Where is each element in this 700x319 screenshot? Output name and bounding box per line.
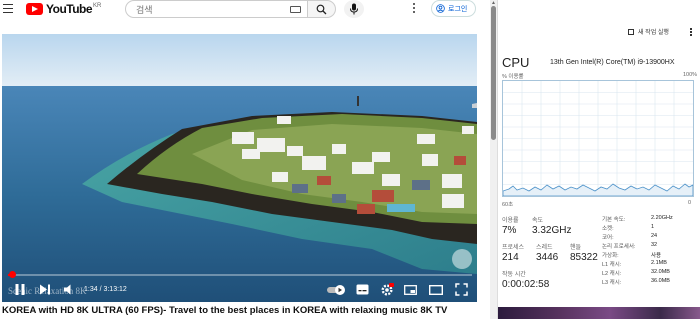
l3-cache-value: 36.0MB	[651, 278, 670, 284]
theater-mode-icon[interactable]	[429, 285, 443, 295]
threads-label: 스레드	[536, 245, 553, 251]
player-controls: 1:34 / 3:13:12	[2, 280, 477, 302]
keyboard-icon[interactable]	[290, 6, 301, 13]
cpu-graph-canvas	[503, 81, 693, 196]
logical-processors-value: 32	[651, 242, 658, 248]
run-new-task-label: 새 작업 실행	[638, 30, 669, 36]
fullscreen-icon[interactable]	[455, 283, 468, 296]
desktop-screenshot: YouTube KR 로그인 ▲	[0, 0, 700, 319]
more-options-icon[interactable]	[413, 3, 416, 15]
utilization-label: 이용률	[502, 218, 519, 224]
search-box	[125, 0, 308, 18]
progress-bar[interactable]	[8, 271, 472, 278]
l1-cache-value: 2.1MB	[651, 260, 667, 266]
pause-icon[interactable]	[14, 283, 26, 296]
youtube-window: YouTube KR 로그인 ▲	[0, 0, 497, 319]
task-manager-window: 새 작업 실행 CPU 13th Gen Intel(R) Core(TM) i…	[497, 0, 700, 319]
utilization-axis-max: 100%	[683, 72, 698, 78]
desktop-wallpaper-strip	[498, 307, 700, 319]
utilization-value: 7%	[502, 225, 517, 236]
youtube-logo[interactable]: YouTube KR	[26, 2, 101, 16]
subtitles-icon[interactable]	[356, 284, 369, 295]
video-title[interactable]: KOREA with HD 8K ULTRA (60 FPS)- Travel …	[2, 305, 488, 316]
microphone-icon	[350, 3, 358, 15]
more-options-icon[interactable]	[690, 28, 692, 37]
youtube-play-icon	[26, 3, 43, 15]
page-scrollbar[interactable]: ▲	[490, 0, 497, 319]
run-new-task-button[interactable]: 새 작업 실행	[628, 27, 669, 36]
progress-scrubber[interactable]	[8, 271, 16, 278]
search-input[interactable]	[136, 3, 276, 16]
voice-search-button[interactable]	[344, 0, 364, 18]
graph-time-span: 60초	[502, 202, 514, 208]
next-icon[interactable]	[39, 283, 51, 296]
account-icon	[436, 4, 445, 13]
utilization-axis-label: % 이용률	[502, 74, 524, 80]
threads-value: 3446	[536, 252, 559, 263]
volume-icon[interactable]	[63, 283, 75, 296]
sockets-value: 1	[651, 224, 655, 230]
speed-value: 3.32GHz	[532, 225, 572, 236]
settings-icon[interactable]	[380, 283, 394, 297]
l2-cache-value: 32.0MB	[651, 269, 670, 275]
handles-value: 85322	[570, 252, 598, 263]
sockets-key: 소켓:	[602, 226, 614, 232]
video-frame	[2, 34, 477, 302]
login-label: 로그인	[448, 5, 468, 13]
cpu-model: 13th Gen Intel(R) Core(TM) i9-13900HX	[550, 59, 675, 66]
l1-cache-key: L1 캐시:	[602, 262, 622, 268]
cpu-section-title: CPU	[502, 55, 530, 70]
uptime-value: 0:00:02:58	[502, 279, 550, 290]
search-icon	[316, 4, 327, 15]
processes-label: 프로세스	[502, 245, 525, 251]
new-task-icon	[628, 28, 634, 35]
hamburger-menu-icon[interactable]	[3, 4, 13, 14]
processes-value: 214	[502, 252, 519, 263]
scroll-thumb[interactable]	[491, 6, 496, 140]
youtube-region-code: KR	[93, 3, 102, 9]
base-speed-value: 2.20GHz	[651, 215, 673, 221]
l2-cache-key: L2 캐시:	[602, 271, 622, 277]
logical-processors-key: 논리 프로세서:	[602, 244, 636, 250]
l3-cache-key: L3 캐시:	[602, 280, 622, 286]
login-button[interactable]: 로그인	[431, 0, 476, 17]
time-display: 1:34 / 3:13:12	[84, 286, 127, 293]
cores-key: 코어:	[602, 235, 614, 241]
handles-label: 핸들	[570, 245, 582, 251]
uptime-label: 작동 시간	[502, 272, 526, 278]
youtube-header: YouTube KR 로그인	[0, 0, 497, 20]
virtualization-value: 사용	[651, 253, 662, 259]
autoplay-toggle-icon[interactable]	[326, 284, 346, 296]
base-speed-key: 기본 속도:	[602, 217, 626, 223]
cpu-utilization-graph	[502, 80, 694, 197]
search-button[interactable]	[307, 0, 336, 18]
video-player[interactable]: Scenic Relaxation 8K 1:34 / 3:13:12	[2, 34, 477, 302]
miniplayer-icon[interactable]	[404, 285, 417, 295]
graph-min: 0	[688, 200, 692, 206]
channel-watermark-logo[interactable]	[452, 249, 472, 269]
youtube-logo-text: YouTube	[46, 2, 93, 16]
cores-value: 24	[651, 233, 658, 239]
virtualization-key: 가상화:	[602, 253, 619, 259]
speed-label: 속도	[532, 218, 544, 224]
